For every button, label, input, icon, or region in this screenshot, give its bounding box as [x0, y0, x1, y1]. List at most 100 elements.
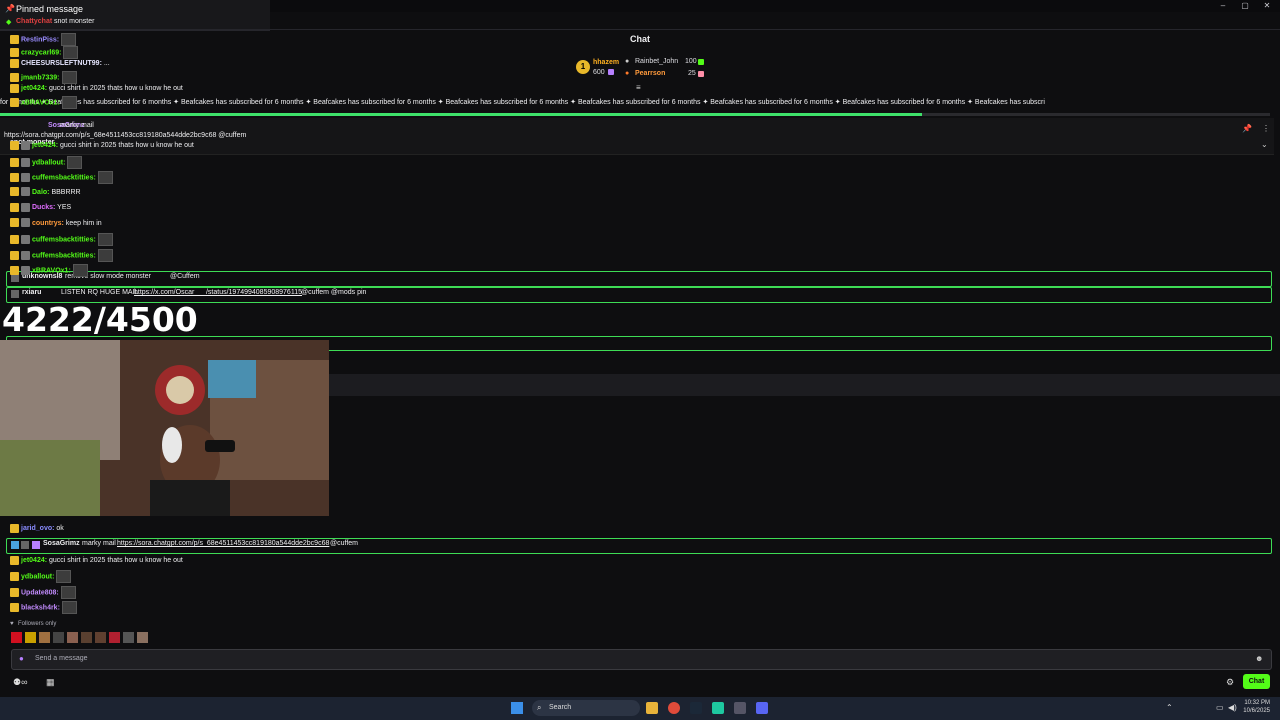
- emote: [63, 45, 79, 59]
- leader-name-2[interactable]: Rainbet_John: [635, 58, 678, 65]
- leader-name-3[interactable]: Pearrson: [635, 70, 665, 77]
- taskbar-search[interactable]: ⌕ Search: [532, 700, 640, 716]
- message-author[interactable]: blacksh4rk:: [21, 604, 60, 611]
- user-badge: [21, 218, 30, 228]
- message-tail: @cuffem: [330, 540, 358, 547]
- message-author[interactable]: RestinPiss:: [21, 36, 59, 43]
- message-author[interactable]: Ducks:: [32, 204, 55, 211]
- more-options-icon[interactable]: ⋮: [1262, 124, 1270, 133]
- chat-message: crazycarl69:: [10, 45, 79, 59]
- send-chat-button[interactable]: Chat: [1243, 674, 1270, 689]
- user-badge: [21, 235, 30, 244]
- highlighted-message[interactable]: unknownsl8 remove slow mode monster @Cuf…: [6, 271, 1272, 287]
- chevron-down-icon[interactable]: ⌄: [1261, 140, 1268, 149]
- pinned-author[interactable]: Chattychat: [16, 18, 52, 25]
- file-explorer-icon[interactable]: [646, 702, 658, 714]
- points-icon[interactable]: ⚉∞: [13, 677, 27, 688]
- emote: [61, 601, 77, 614]
- message-author[interactable]: rxiaru: [22, 289, 41, 296]
- taskbar-date[interactable]: 10/6/2025: [1242, 708, 1270, 714]
- user-badge: [10, 523, 19, 533]
- emote[interactable]: [11, 632, 22, 643]
- user-badge: [10, 235, 19, 244]
- pinned-card-url[interactable]: https://sora.chatgpt.com/p/s_68e4511453c…: [4, 132, 246, 139]
- close-button[interactable]: ✕: [1256, 0, 1278, 11]
- user-badge: [10, 72, 19, 82]
- network-icon[interactable]: ▭: [1216, 703, 1224, 712]
- user-badge: [21, 266, 30, 275]
- app-icon[interactable]: [712, 702, 724, 714]
- leader-name[interactable]: hhazem: [593, 59, 619, 66]
- emote[interactable]: [67, 632, 78, 643]
- message-mention[interactable]: @Cuffem: [170, 273, 200, 280]
- highlighted-message-4[interactable]: SosaGrimz marky mail https://sora.chatgp…: [6, 538, 1272, 554]
- message-author[interactable]: crazycarl69:: [21, 49, 61, 56]
- message-author[interactable]: jet0424:: [21, 557, 47, 564]
- message-input[interactable]: ● Send a message ☻: [11, 649, 1272, 670]
- message-author[interactable]: ydballout:: [32, 159, 65, 166]
- ticker-progress-fill: [0, 113, 923, 116]
- maximize-button[interactable]: ▢: [1234, 0, 1256, 11]
- message-author[interactable]: SosaGrimz: [43, 540, 80, 547]
- emote: [97, 171, 113, 184]
- emote[interactable]: [123, 632, 134, 643]
- chrome-icon[interactable]: [668, 702, 680, 714]
- message-author[interactable]: jmanb7339:: [21, 74, 60, 81]
- taskbar-time[interactable]: 10:32 PM: [1242, 700, 1270, 706]
- emote[interactable]: [109, 632, 120, 643]
- settings-icon[interactable]: ⚙: [1226, 677, 1234, 688]
- emote: [61, 70, 77, 84]
- start-icon[interactable]: [511, 702, 523, 714]
- badge: [11, 541, 19, 549]
- message-link[interactable]: https://sora.chatgpt.com/p/s_68e4511453c…: [117, 540, 329, 547]
- message-author[interactable]: cuffemsbacktitties:: [32, 236, 96, 243]
- pinned-author-badge: ◆: [6, 19, 12, 26]
- emote[interactable]: [95, 632, 106, 643]
- discord-icon[interactable]: [756, 702, 768, 714]
- message-text: gucci shirt in 2025 thats how u know he …: [58, 142, 194, 149]
- message-author[interactable]: CHEESURSLEFTNUT99:: [21, 60, 102, 67]
- user-badge: [10, 603, 19, 612]
- followers-only-label: Followers only: [18, 621, 57, 627]
- message-link[interactable]: https://x.com/Oscar___/status/1974994085…: [134, 289, 302, 296]
- chevron-up-icon[interactable]: ⌃: [1166, 703, 1173, 712]
- minimize-button[interactable]: –: [1212, 0, 1234, 11]
- avatar: [21, 541, 29, 549]
- message-text: YES: [55, 204, 72, 211]
- heart-icon: ♥: [10, 621, 14, 627]
- emote[interactable]: [53, 632, 64, 643]
- emoji-icon[interactable]: ☻: [1255, 654, 1263, 663]
- emote[interactable]: [25, 632, 36, 643]
- steam-icon[interactable]: [690, 702, 702, 714]
- pinned-title: Pinned message: [16, 4, 84, 14]
- message-author[interactable]: cuffemsbacktitties:: [32, 174, 96, 181]
- message-author[interactable]: xBRAVOx1:: [21, 99, 60, 106]
- store-icon[interactable]: ▦: [46, 677, 55, 688]
- volume-icon[interactable]: ◀): [1228, 703, 1237, 712]
- message-author[interactable]: jet0424:: [32, 142, 58, 149]
- mic-icon[interactable]: ●: [19, 654, 24, 663]
- message-author[interactable]: cuffemsbacktitties:: [32, 252, 96, 259]
- gift-icon-2: [698, 59, 704, 65]
- user-badge: [10, 250, 19, 260]
- chat-message: countrys: keep him in: [10, 218, 102, 230]
- collapse-icon[interactable]: ≡: [636, 83, 641, 92]
- leader-value-3: 25: [688, 70, 696, 77]
- message-author[interactable]: ydballout:: [21, 573, 54, 580]
- leader-value: 600: [593, 69, 605, 76]
- gift-icon-3: [698, 71, 704, 77]
- user-badge: [10, 588, 19, 597]
- app-icon-2[interactable]: [734, 702, 746, 714]
- message-author[interactable]: jet0424:: [21, 85, 47, 92]
- webcam-feed: [0, 340, 329, 516]
- message-author[interactable]: countrys:: [32, 220, 64, 227]
- message-author[interactable]: Dalo:: [32, 189, 50, 196]
- message-author[interactable]: jarid_ovo:: [21, 525, 54, 532]
- message-hover-row: [329, 374, 1280, 396]
- emote[interactable]: [39, 632, 50, 643]
- message-author[interactable]: Update808:: [21, 589, 59, 596]
- emote[interactable]: [81, 632, 92, 643]
- emote[interactable]: [137, 632, 148, 643]
- message-author[interactable]: xBRAVOx1:: [32, 267, 71, 274]
- pin-icon[interactable]: 📌: [1242, 124, 1252, 133]
